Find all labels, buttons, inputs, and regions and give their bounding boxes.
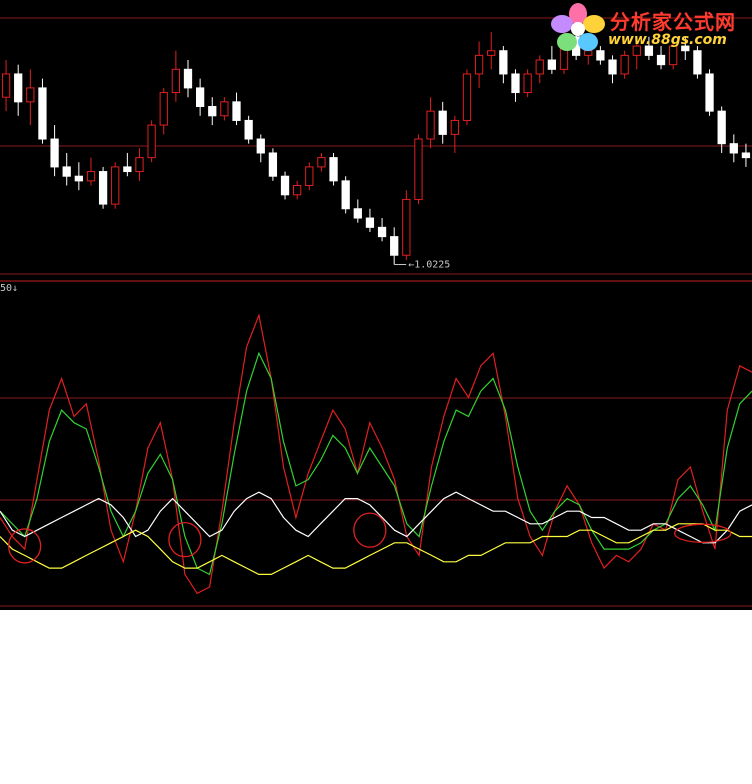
candle-body	[74, 175, 83, 182]
candle-body	[159, 92, 168, 126]
candle-body	[450, 119, 459, 135]
candle-body	[195, 87, 205, 107]
candle-body	[608, 59, 617, 75]
candle-body	[98, 171, 108, 205]
candle-body	[50, 138, 59, 168]
candle-body	[268, 152, 278, 177]
blank-area	[0, 610, 752, 784]
candle-body	[171, 68, 181, 94]
logo-url: www.88gs.com	[608, 32, 727, 48]
candle-body	[741, 152, 751, 159]
flower-icon	[551, 3, 605, 51]
chart-panel: ←1.0225 50↓ 分析家公式网 www.88gs.com	[0, 0, 752, 610]
candle-body	[123, 166, 132, 173]
candle-body	[402, 198, 411, 256]
candle-body	[86, 171, 96, 182]
candle-body	[474, 54, 484, 75]
candle-body	[341, 180, 350, 210]
candle-body	[414, 138, 423, 200]
site-logo: 分析家公式网 www.88gs.com	[550, 2, 750, 54]
candle-body	[717, 110, 726, 145]
chart-canvas: ←1.0225 50↓	[0, 17, 752, 607]
candle-body	[232, 101, 241, 121]
candle-body	[256, 138, 265, 154]
candle-body	[293, 185, 302, 196]
candle-body	[147, 124, 156, 159]
candle-body	[14, 73, 23, 103]
candle-body	[244, 119, 253, 140]
candle-body	[365, 217, 375, 228]
osc-header-label: 50↓	[0, 283, 18, 294]
candle-body	[693, 50, 702, 75]
candle-body	[729, 143, 738, 154]
candle-body	[535, 59, 544, 75]
candle-body	[183, 68, 193, 89]
low-marker-label: ←1.0225	[408, 260, 450, 271]
candle-body	[305, 166, 314, 187]
candle-body	[111, 166, 120, 205]
crossover-circle	[168, 521, 202, 558]
candle-body	[620, 54, 629, 75]
candle-body	[208, 105, 217, 117]
candle-body	[462, 73, 472, 121]
candle-body	[656, 54, 666, 66]
candle-body	[1, 73, 11, 98]
candle-body	[438, 110, 447, 135]
logo-title: 分析家公式网	[610, 10, 736, 34]
crossover-circle	[353, 512, 387, 548]
candle-body	[26, 87, 35, 103]
candle-body	[511, 73, 520, 94]
candle-body	[353, 208, 362, 219]
candle-body	[38, 87, 47, 140]
candle-body	[705, 73, 714, 112]
candle-body	[377, 226, 387, 238]
candle-body	[390, 236, 399, 256]
candle-body	[280, 175, 290, 196]
candle-body	[329, 157, 338, 182]
candle-body	[62, 166, 71, 177]
candle-body	[487, 50, 496, 56]
osc-series-line-3	[0, 523, 752, 576]
candle-body	[523, 73, 532, 94]
candle-body	[220, 101, 229, 117]
candle-body	[499, 50, 508, 75]
candle-body	[426, 110, 435, 140]
candle-body	[135, 157, 144, 173]
candle-body	[317, 157, 326, 168]
candle-body	[547, 59, 557, 70]
